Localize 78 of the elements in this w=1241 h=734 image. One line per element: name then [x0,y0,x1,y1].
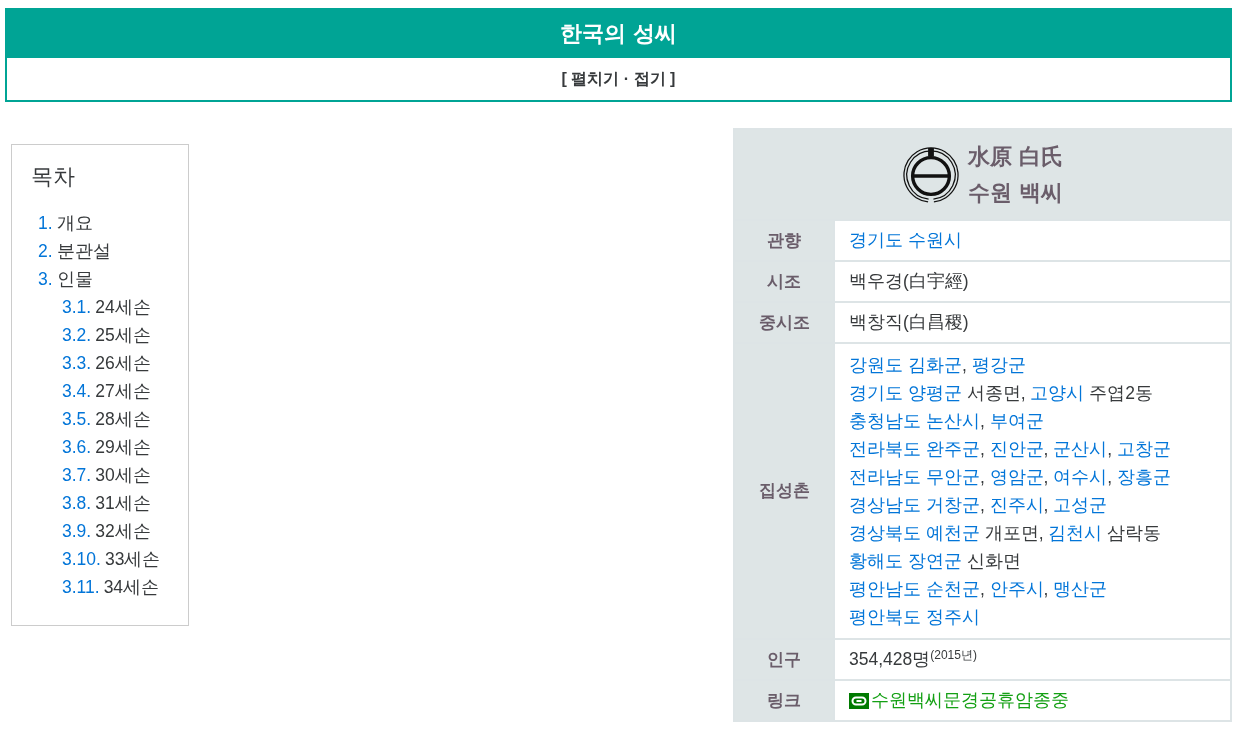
place-link[interactable]: 충청남도 논산시 [849,411,980,431]
toc-item-label: 26세손 [95,353,151,373]
emblem-icon [902,145,961,204]
infobox-value: 충청남도 논산시, 부여군 [849,410,1045,433]
infobox-value: 경상남도 거창군, 진주시, 고성군 [849,494,1109,517]
toc-number-link[interactable]: 3.7. [62,465,92,485]
toc-item-label: 31세손 [95,493,151,513]
toc-number-link[interactable]: 3.5. [62,409,92,429]
infobox-value: 354,428명$^{(2015년)}$ [849,647,978,671]
toc-item-label: 28세손 [95,409,151,429]
infobox-label: 집성촌 [734,343,834,639]
infobox-label: 시조 [734,261,834,302]
place-link[interactable]: 장흥군 [1117,467,1172,487]
toc-number-link[interactable]: 3.6. [62,437,92,457]
infobox-value: 전라남도 무안군, 영암군, 여수시, 장흥군 [849,466,1173,489]
place-link[interactable]: 경상북도 예천군 [849,523,980,543]
toc-number-link[interactable]: 2. [38,241,53,261]
toc-item-label: 개요 [56,213,93,233]
place-link[interactable]: 고창군 [1117,439,1172,459]
place-link[interactable]: 평안북도 정주시 [849,607,980,627]
toc-item-label: 인물 [56,269,93,289]
infobox-value: 경기도 양평군 서종면, 고양시 주엽2동 [849,382,1155,405]
link-icon [849,692,869,709]
place-link[interactable]: 진안군 [989,439,1044,459]
infobox-value: 백우경(白宇經) [849,270,970,293]
place-link[interactable]: 영암군 [989,467,1044,487]
place-link[interactable]: 부여군 [989,411,1044,431]
toc-item-label: 24세손 [95,297,151,317]
toc-number-link[interactable]: 3.9. [62,521,92,541]
expand-collapse-toggle[interactable]: [ 펼치기 · 접기 ] [561,67,676,91]
toc-item-label: 25세손 [95,325,151,345]
toc-number-link[interactable]: 3.1. [62,297,92,317]
toc-item-label: 30세손 [95,465,151,485]
infobox-label: 링크 [734,680,834,721]
toc-number-link[interactable]: 3.10. [62,549,101,569]
toc-number-link[interactable]: 3. [38,269,53,289]
place-link[interactable]: 경기도 양평군 [849,383,962,403]
place-link[interactable]: 평안남도 순천군 [849,579,980,599]
infobox-value: 황해도 장연군 신화면 [849,550,1022,573]
toc-item-label: 27세손 [95,381,151,401]
infobox-title: 수원 백씨 [968,178,1063,207]
place-link[interactable]: 전라북도 완주군 [849,439,980,459]
infobox-value: 강원도 김화군, 평강군 [849,354,1027,377]
toc-item-label: 분관설 [56,241,111,261]
place-link[interactable]: 고성군 [1053,495,1108,515]
navbox-title: 한국의 성씨 [5,8,1232,58]
place-link[interactable]: 강원도 김화군 [849,355,962,375]
toc-item-label: 32세손 [95,521,151,541]
toc-title: 목차 [31,163,76,191]
toc-number-link[interactable]: 3.4. [62,381,92,401]
toc-item-label: 29세손 [95,437,151,457]
place-link[interactable]: 맹산군 [1053,579,1108,599]
place-link[interactable]: 경기도 수원시 [849,230,962,250]
infobox-value: 백창직(白昌稷) [849,311,970,334]
infobox-title: 水原 白氏 [968,142,1063,171]
infobox-value: 전라북도 완주군, 진안군, 군산시, 고창군 [849,438,1173,461]
place-link[interactable]: 경상남도 거창군 [849,495,980,515]
toc-item-label: 34세손 [103,577,160,597]
infobox-value: 평안남도 순천군, 안주시, 맹산군 [849,578,1109,601]
place-link[interactable]: 군산시 [1053,439,1108,459]
toc-number-link[interactable]: 3.2. [62,325,92,345]
infobox-label: 중시조 [734,302,834,343]
place-link[interactable]: 진주시 [989,495,1044,515]
place-link[interactable]: 고양시 [1030,383,1085,403]
place-link[interactable]: 김천시 [1048,523,1103,543]
infobox-value: 경상북도 예천군 개포면, 김천시 삼락동 [849,522,1163,545]
toc-number-link[interactable]: 3.3. [62,353,92,373]
place-link[interactable]: 전라남도 무안군 [849,467,980,487]
place-link[interactable]: 여수시 [1053,467,1108,487]
infobox-label: 인구 [734,639,834,680]
infobox-label: 관향 [734,220,834,261]
place-link[interactable]: 황해도 장연군 [849,551,962,571]
toc-item-label: 33세손 [104,549,161,569]
toc-number-link[interactable]: 3.11. [62,577,100,597]
place-link[interactable]: 안주시 [989,579,1044,599]
toc-number-link[interactable]: 3.8. [62,493,92,513]
toc-number-link[interactable]: 1. [38,213,53,233]
place-link[interactable]: 평강군 [971,355,1026,375]
